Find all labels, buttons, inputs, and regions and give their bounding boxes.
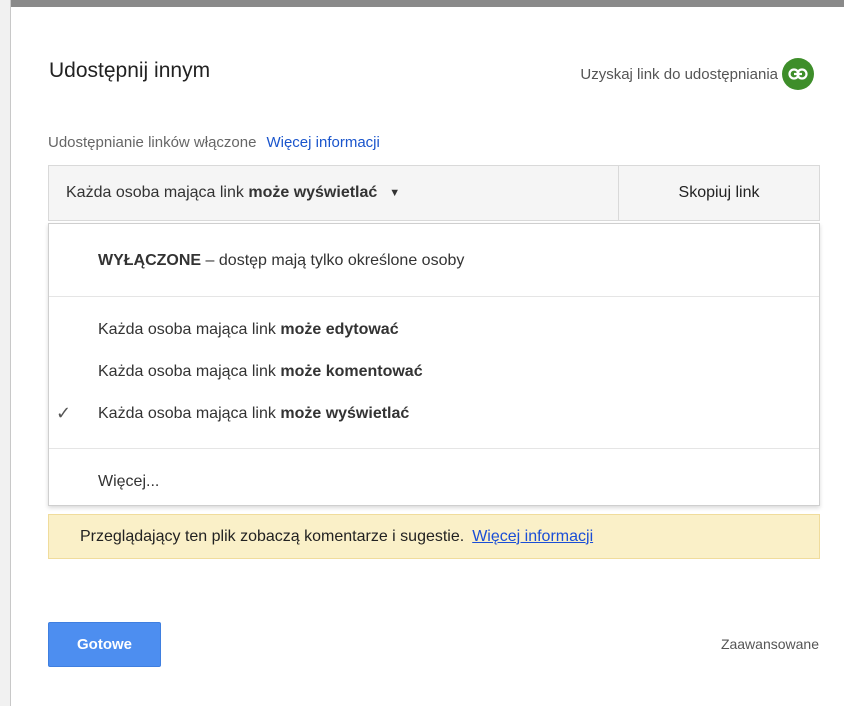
- page: Udostępnij innym Uzyskaj link do udostęp…: [0, 0, 844, 706]
- menu-item-off-bold: WYŁĄCZONE: [98, 252, 202, 269]
- share-dialog: Udostępnij innym Uzyskaj link do udostęp…: [11, 7, 844, 706]
- menu-divider: [49, 296, 819, 297]
- menu-item-prefix: Każda osoba mająca link: [98, 405, 276, 422]
- menu-item-can-view[interactable]: Każda osoba mająca link może wyświetlać: [98, 405, 409, 423]
- access-select-level: może wyświetlać: [248, 184, 378, 201]
- background-document-edge: [0, 0, 11, 706]
- get-link-label[interactable]: Uzyskaj link do udostępniania: [580, 66, 778, 83]
- access-select-prefix: Każda osoba mająca link: [66, 184, 244, 201]
- window-top-edge: [0, 0, 844, 7]
- done-button[interactable]: Gotowe: [48, 622, 161, 667]
- notice-more-info-link[interactable]: Więcej informacji: [472, 528, 593, 546]
- copy-link-button[interactable]: Skopiuj link: [618, 166, 819, 220]
- dialog-title: Udostępnij innym: [49, 59, 211, 82]
- get-shareable-link[interactable]: Uzyskaj link do udostępniania: [580, 58, 814, 90]
- link-sharing-status-text: Udostępnianie linków włączone: [48, 134, 257, 151]
- menu-item-off-rest: – dostęp mają tylko określone osoby: [201, 252, 465, 269]
- link-access-row: Każda osoba mająca link może wyświetlać …: [48, 165, 820, 221]
- menu-item-prefix: Każda osoba mająca link: [98, 321, 276, 338]
- menu-item-level: może wyświetlać: [280, 405, 410, 422]
- menu-item-prefix: Każda osoba mająca link: [98, 363, 276, 380]
- notice-text: Przeglądający ten plik zobaczą komentarz…: [80, 527, 465, 545]
- link-sharing-status: Udostępnianie linków włączone Więcej info…: [48, 134, 380, 151]
- menu-item-can-comment[interactable]: Każda osoba mająca link może komentować: [98, 363, 423, 381]
- advanced-link[interactable]: Zaawansowane: [721, 636, 819, 652]
- menu-item-more[interactable]: Więcej...: [98, 473, 159, 491]
- checkmark-icon: ✓: [56, 403, 72, 423]
- access-options-menu: WYŁĄCZONE – dostęp mają tylko określone …: [48, 223, 820, 506]
- more-info-link[interactable]: Więcej informacji: [266, 134, 379, 151]
- menu-divider: [49, 448, 819, 449]
- link-icon[interactable]: [782, 58, 814, 90]
- comments-notice: Przeglądający ten plik zobaczą komentarz…: [48, 514, 820, 559]
- menu-item-level: może komentować: [280, 363, 423, 380]
- link-access-dropdown[interactable]: Każda osoba mająca link może wyświetlać …: [49, 166, 618, 220]
- menu-item-can-edit[interactable]: Każda osoba mająca link może edytować: [98, 321, 399, 339]
- chevron-down-icon: ▼: [389, 187, 401, 199]
- menu-item-off[interactable]: WYŁĄCZONE – dostęp mają tylko określone …: [98, 252, 464, 270]
- menu-item-level: może edytować: [280, 321, 399, 338]
